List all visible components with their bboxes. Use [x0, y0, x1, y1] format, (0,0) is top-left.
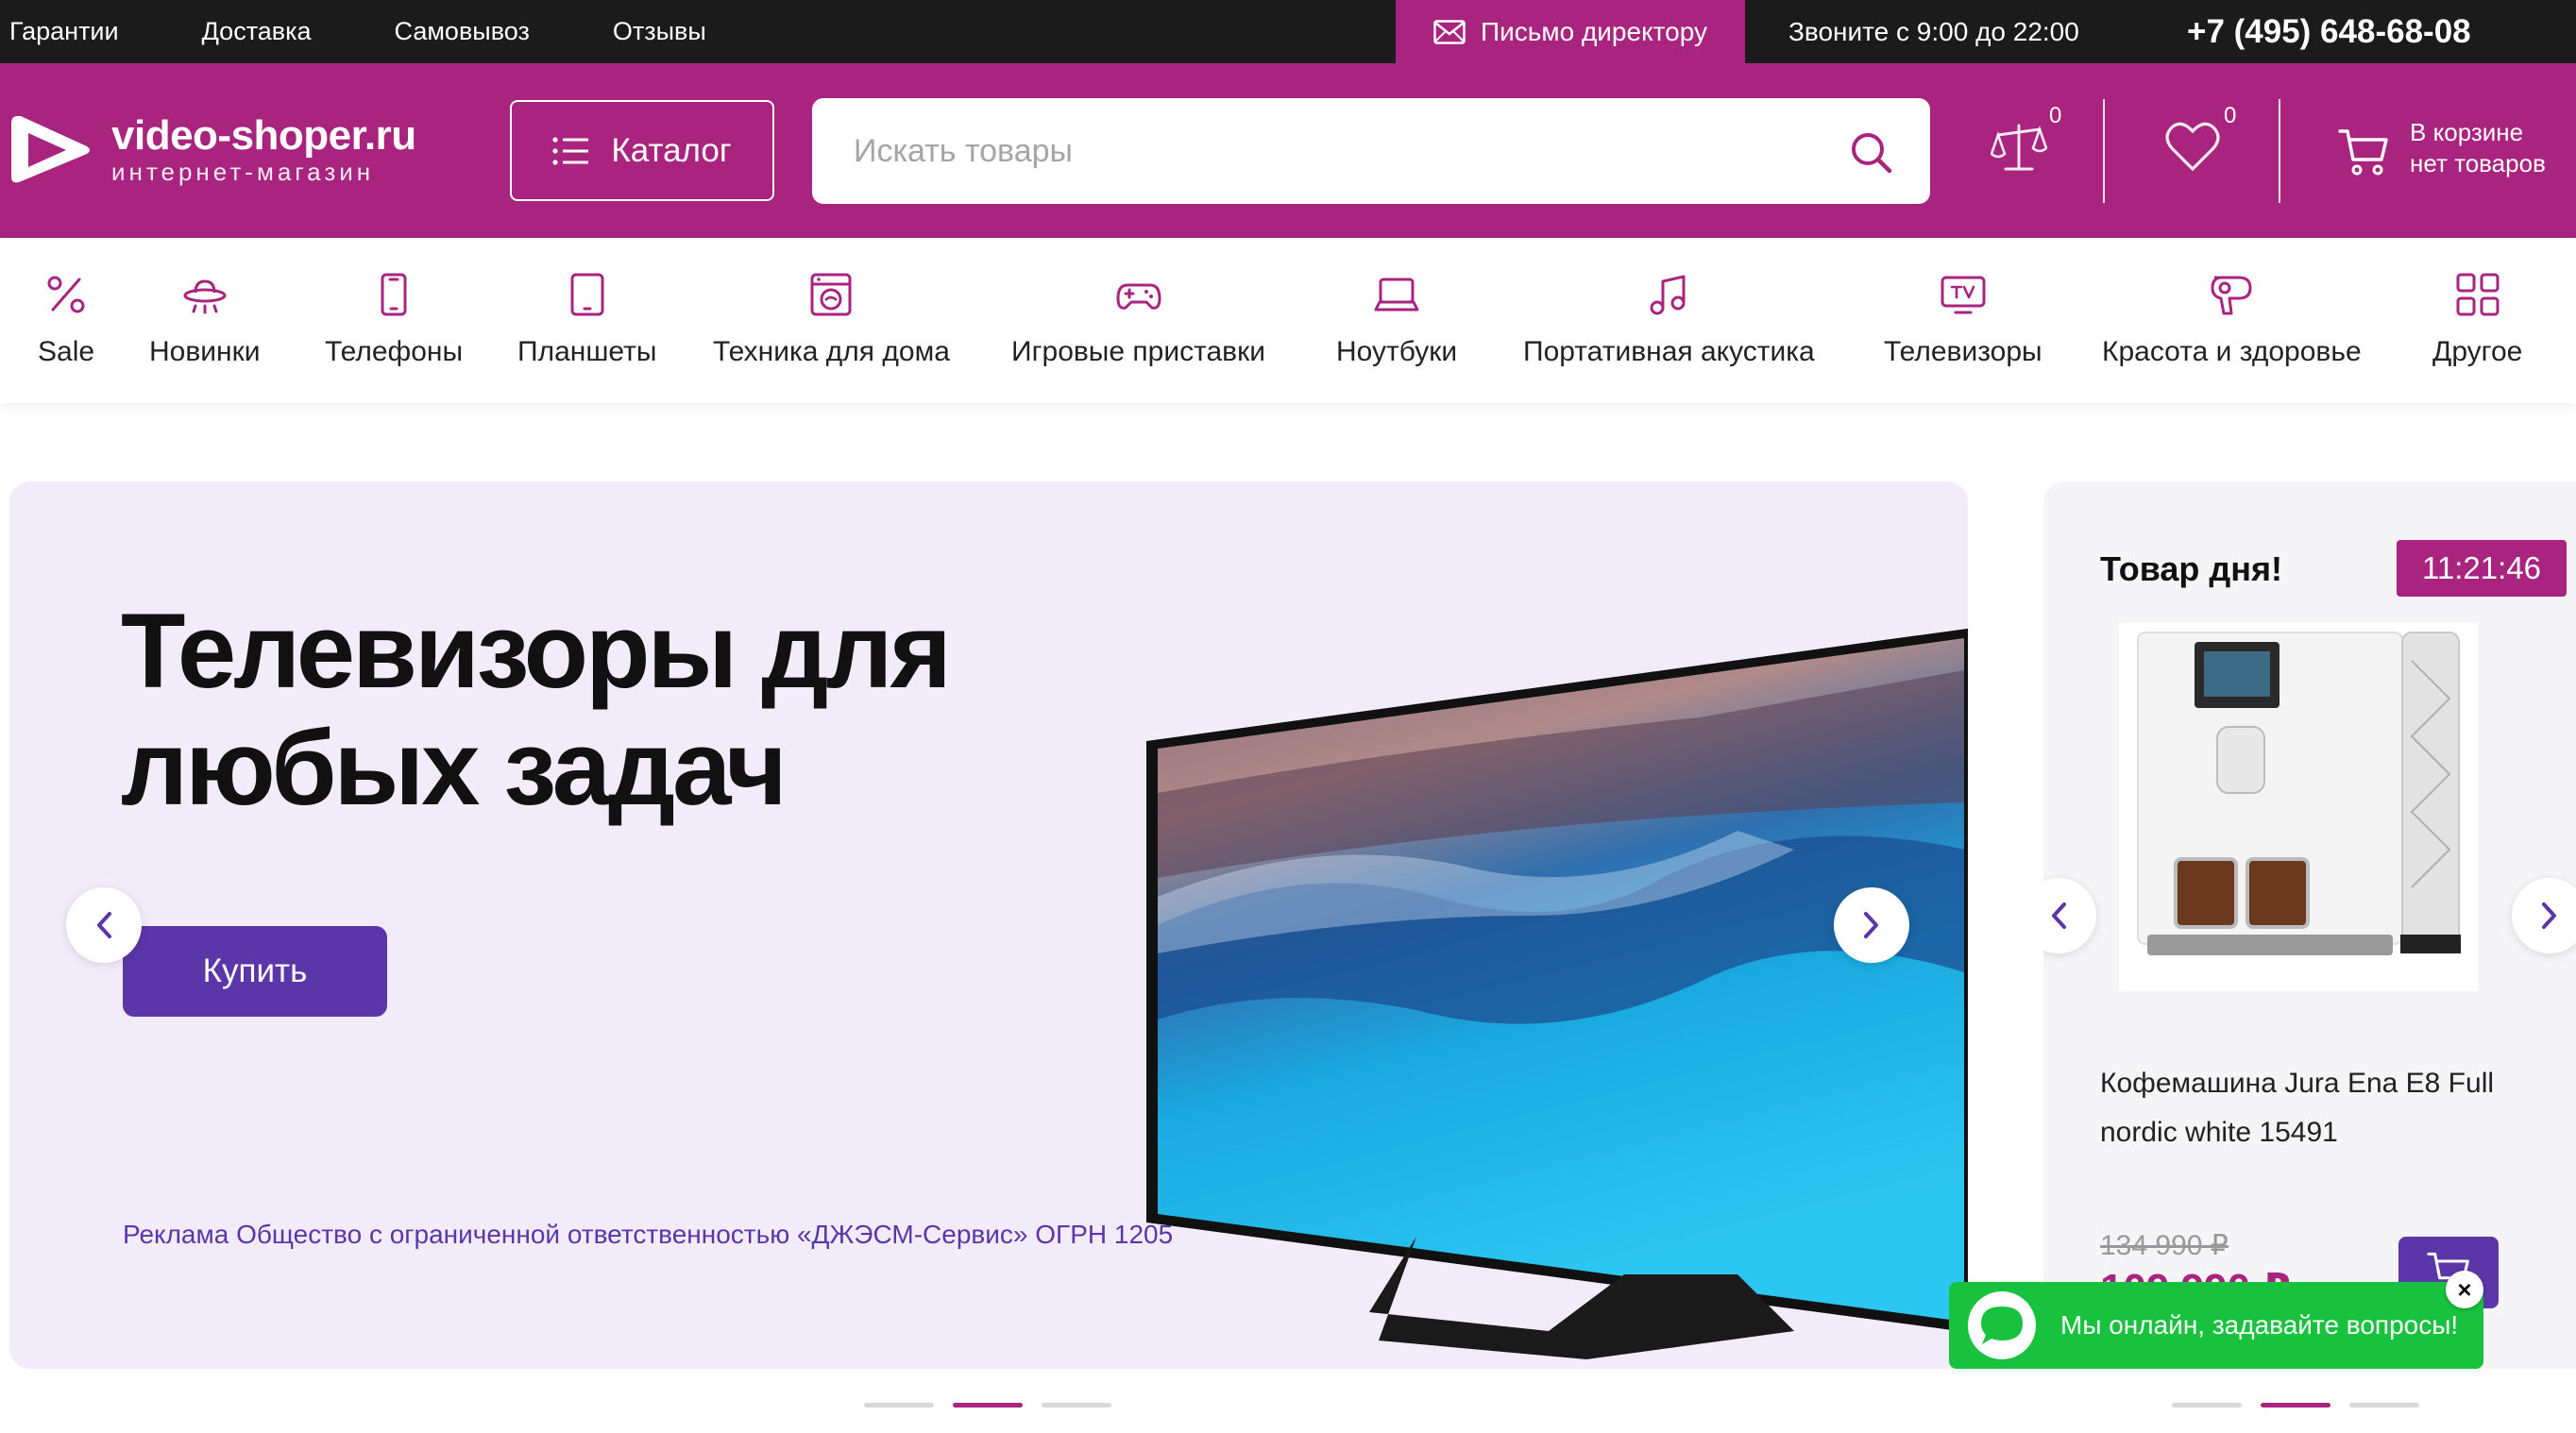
- product-old-price: 134 990 ₽: [2100, 1230, 2229, 1261]
- chevron-left-icon: [97, 912, 111, 938]
- catalog-label: Каталог: [611, 131, 732, 169]
- search-box: [812, 98, 1930, 204]
- cart-line-2: нет товаров: [2410, 149, 2546, 177]
- category-phones[interactable]: Телефоны: [325, 238, 463, 403]
- phone-number[interactable]: +7 (495) 648-68-08: [2187, 0, 2471, 63]
- product-of-day-title: Товар дня!: [2100, 549, 2282, 588]
- play-logo-icon: [11, 116, 90, 183]
- compare-count: 0: [2049, 103, 2062, 128]
- buy-button[interactable]: Купить: [123, 926, 387, 1017]
- top-link-pickup[interactable]: Самовывоз: [395, 17, 530, 46]
- tablet-icon: [570, 273, 604, 316]
- product-of-day: Товар дня! 11:21:46 Кофемашина Jura Ena …: [2043, 481, 2576, 1369]
- countdown-timer: 11:21:46: [2397, 540, 2567, 597]
- top-bar: Гарантии Доставка Самовывоз Отзывы Письм…: [0, 0, 2576, 63]
- logo-subtitle: интернет-магазин: [111, 158, 375, 186]
- percent-icon: [47, 276, 85, 313]
- category-label: Ноутбуки: [1336, 336, 1458, 367]
- director-letter-label: Письмо директору: [1481, 16, 1707, 46]
- product-next-button[interactable]: [2512, 878, 2576, 953]
- category-label: Другое: [2432, 336, 2523, 367]
- chat-message: Мы онлайн, задавайте вопросы!: [2060, 1310, 2459, 1340]
- category-home-appliances[interactable]: Техника для дома: [713, 238, 950, 403]
- category-other[interactable]: Другое: [2432, 238, 2522, 403]
- hero-banner[interactable]: Телевизоры для любых задач Купить Реклам…: [9, 481, 1968, 1369]
- gamepad-icon: [1116, 283, 1161, 310]
- category-new[interactable]: Новинки: [149, 238, 261, 403]
- category-laptops[interactable]: Ноутбуки: [1336, 238, 1457, 403]
- phone-icon: [381, 273, 407, 316]
- banner-page-dot-2[interactable]: [953, 1403, 1023, 1408]
- tv-icon: [1940, 276, 1986, 314]
- category-tablets[interactable]: Планшеты: [517, 238, 656, 403]
- banner-title: Телевизоры для любых задач: [121, 592, 952, 827]
- favorites-count: 0: [2224, 103, 2237, 128]
- category-tvs[interactable]: Телевизоры: [1884, 238, 2042, 403]
- banner-prev-button[interactable]: [66, 887, 142, 963]
- chevron-right-icon: [1864, 912, 1878, 938]
- coffee-machine-image[interactable]: [2119, 623, 2478, 991]
- cart-icon[interactable]: [2338, 127, 2389, 177]
- catalog-button[interactable]: Каталог: [510, 100, 774, 201]
- category-label: Телевизоры: [1884, 336, 2042, 367]
- category-nav: Sale Новинки Телефоны Планшеты Техника д…: [0, 238, 2576, 403]
- category-label: Портативная акустика: [1523, 336, 1815, 367]
- washing-machine-icon: [810, 273, 852, 316]
- category-beauty-health[interactable]: Красота и здоровье: [2102, 238, 2362, 403]
- category-label: Техника для дома: [713, 336, 950, 367]
- logo-name: video-shoper.ru: [111, 112, 416, 159]
- cart-line-1: В корзине: [2410, 118, 2524, 146]
- list-icon: [552, 136, 589, 165]
- header-divider: [2103, 99, 2105, 203]
- heart-icon[interactable]: [2164, 120, 2221, 173]
- product-name[interactable]: Кофемашина Jura Ena E8 Full nordic white…: [2100, 1059, 2544, 1157]
- top-link-guarantees[interactable]: Гарантии: [9, 17, 119, 46]
- search-input[interactable]: [854, 98, 1798, 204]
- category-portable-audio[interactable]: Портативная акустика: [1523, 238, 1815, 403]
- category-label: Новинки: [149, 336, 261, 367]
- top-link-delivery[interactable]: Доставка: [202, 17, 312, 46]
- product-page-dot-2[interactable]: [2261, 1403, 2330, 1408]
- category-game-consoles[interactable]: Игровые приставки: [1011, 238, 1265, 403]
- category-label: Телефоны: [325, 336, 464, 367]
- product-page-dot-3[interactable]: [2349, 1403, 2419, 1408]
- chevron-right-icon: [2542, 902, 2556, 929]
- category-label: Sale: [38, 336, 95, 367]
- ad-disclaimer: Реклама Общество с ограниченной ответств…: [123, 1220, 1174, 1249]
- category-label: Планшеты: [517, 336, 657, 367]
- product-page-dot-1[interactable]: [2172, 1403, 2242, 1408]
- category-sale[interactable]: Sale: [38, 238, 94, 403]
- product-prev-button[interactable]: [2043, 878, 2096, 953]
- music-note-icon: [1650, 275, 1686, 315]
- banner-next-button[interactable]: [1834, 887, 1909, 963]
- grid-icon: [2456, 273, 2500, 316]
- top-links: Гарантии Доставка Самовывоз Отзывы: [9, 0, 706, 63]
- top-link-reviews[interactable]: Отзывы: [613, 17, 706, 46]
- chevron-left-icon: [2052, 902, 2066, 929]
- envelope-icon: [1433, 19, 1466, 44]
- banner-page-dot-3[interactable]: [1042, 1403, 1111, 1408]
- category-label: Игровые приставки: [1011, 336, 1265, 367]
- tv-product-image: [1146, 628, 1968, 1359]
- working-hours: Звоните с 9:00 до 22:00: [1788, 16, 2079, 46]
- scales-icon[interactable]: [1991, 120, 2047, 177]
- logo[interactable]: video-shoper.ru интернет-магазин: [8, 110, 416, 190]
- ufo-icon: [183, 279, 227, 314]
- header: video-shoper.ru интернет-магазин Каталог…: [0, 63, 2576, 238]
- banner-page-dot-1[interactable]: [864, 1403, 934, 1408]
- category-label: Красота и здоровье: [2102, 336, 2362, 367]
- cart-status[interactable]: В корзине нет товаров: [2410, 117, 2546, 179]
- chat-bubble-icon: [1968, 1291, 2036, 1359]
- hair-dryer-icon: [2211, 276, 2252, 315]
- search-icon[interactable]: [1849, 130, 1892, 174]
- header-divider: [2279, 99, 2280, 203]
- chat-close-button[interactable]: ×: [2446, 1271, 2483, 1308]
- page: Гарантии Доставка Самовывоз Отзывы Письм…: [0, 0, 2576, 1433]
- online-chat-widget[interactable]: Мы онлайн, задавайте вопросы! ×: [1949, 1271, 2483, 1369]
- laptop-icon: [1374, 278, 1419, 312]
- director-letter-button[interactable]: Письмо директору: [1396, 0, 1745, 63]
